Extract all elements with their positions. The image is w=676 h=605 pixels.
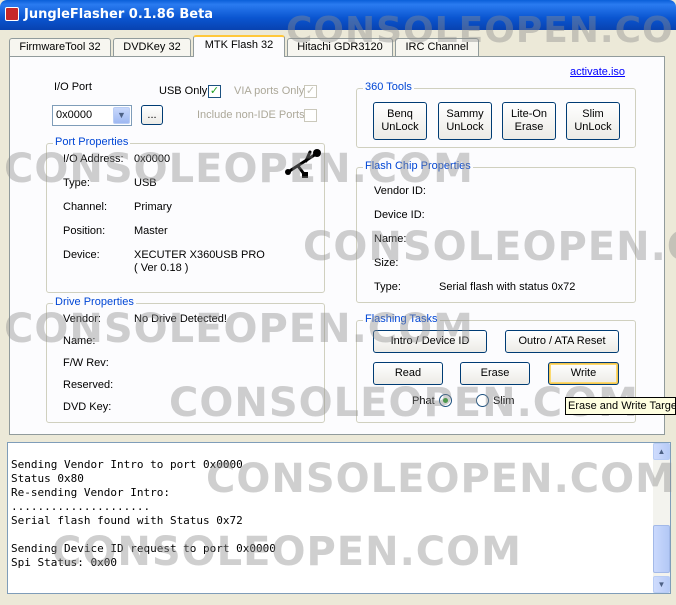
sammy-unlock-line1: Sammy: [446, 108, 484, 120]
benq-unlock-button[interactable]: Benq UnLock: [373, 102, 427, 140]
channel-label: Channel:: [63, 201, 108, 213]
benq-unlock-line2: UnLock: [381, 121, 419, 133]
activate-iso-link[interactable]: activate.iso: [570, 66, 625, 78]
io-address-label: I/O Address:: [63, 153, 124, 165]
outro-ata-reset-button[interactable]: Outro / ATA Reset: [505, 330, 619, 353]
intro-device-id-button[interactable]: Intro / Device ID: [373, 330, 487, 353]
tab-firmwaretool[interactable]: FirmwareTool 32: [9, 38, 111, 57]
port-type-value: USB: [134, 177, 157, 189]
via-ports-checkbox[interactable]: ✓: [304, 85, 317, 98]
phat-radio[interactable]: [439, 394, 452, 407]
drive-properties-group: Drive Properties Vendor: No Drive Detect…: [46, 296, 325, 423]
flash-chip-group: Flash Chip Properties Vendor ID: Device …: [356, 160, 636, 303]
tools-360-group: 360 Tools Benq UnLock Sammy UnLock Lite-…: [356, 81, 636, 148]
usb-only-label: USB Only: [159, 85, 208, 97]
slim-radio[interactable]: [476, 394, 489, 407]
scroll-thumb[interactable]: [653, 525, 670, 573]
title-bar: JungleFlasher 0.1.86 Beta: [0, 0, 676, 30]
port-properties-title: Port Properties: [53, 136, 131, 148]
tab-mtk-flash[interactable]: MTK Flash 32: [193, 35, 285, 57]
io-port-label: I/O Port: [54, 81, 92, 93]
device-version: ( Ver 0.18 ): [134, 262, 189, 274]
device-label: Device:: [63, 249, 100, 261]
drive-properties-title: Drive Properties: [53, 296, 136, 308]
flashing-tasks-title: Flashing Tasks: [363, 313, 440, 325]
drive-vendor-value: No Drive Detected!: [134, 313, 227, 325]
fw-rev-label: F/W Rev:: [63, 357, 109, 369]
io-address-value: 0x0000: [134, 153, 171, 165]
non-ide-checkbox[interactable]: [304, 109, 317, 122]
drive-vendor-label: Vendor:: [63, 313, 101, 325]
slim-label: Slim: [493, 395, 515, 407]
dvd-key-label: DVD Key:: [63, 401, 112, 413]
chip-type-value: Serial flash with status 0x72: [439, 281, 576, 293]
device-id-label: Device ID:: [374, 209, 425, 221]
tab-irc-channel[interactable]: IRC Channel: [395, 38, 479, 57]
write-tooltip: Erase and Write Target: [565, 397, 676, 415]
benq-unlock-line1: Benq: [387, 108, 413, 120]
flash-chip-title: Flash Chip Properties: [363, 160, 473, 172]
channel-value: Primary: [134, 201, 172, 213]
device-value: XECUTER X360USB PRO: [134, 249, 265, 261]
tab-dvdkey[interactable]: DVDKey 32: [113, 38, 191, 57]
chip-name-label: Name:: [374, 233, 407, 245]
liteon-erase-line2: Erase: [514, 121, 544, 133]
position-label: Position:: [63, 225, 106, 237]
usb-only-checkbox[interactable]: ✓: [208, 85, 221, 98]
reserved-label: Reserved:: [63, 379, 114, 391]
slim-unlock-line1: Slim: [582, 108, 604, 120]
arrow-down-icon[interactable]: ▼: [653, 576, 670, 593]
usb-icon: [285, 149, 321, 178]
io-port-value: 0x0000: [56, 109, 93, 121]
sammy-unlock-button[interactable]: Sammy UnLock: [438, 102, 492, 140]
chip-type-label: Type:: [374, 281, 401, 293]
chip-size-label: Size:: [374, 257, 399, 269]
phat-label: Phat: [412, 395, 435, 407]
write-button[interactable]: Write: [548, 362, 619, 385]
log-output[interactable]: Sending Vendor Intro to port 0x0000 Stat…: [7, 442, 671, 594]
arrow-up-icon[interactable]: ▲: [653, 443, 670, 460]
slim-unlock-button[interactable]: Slim UnLock: [566, 102, 620, 140]
io-port-select[interactable]: 0x0000 ▼: [52, 105, 132, 126]
non-ide-label: Include non-IDE Ports: [197, 109, 305, 121]
window-title: JungleFlasher 0.1.86 Beta: [24, 7, 214, 22]
read-button[interactable]: Read: [373, 362, 443, 385]
mtk-flash-panel: I/O Port 0x0000 ▼ ... USB Only ✓ VIA por…: [9, 56, 665, 435]
chevron-down-icon[interactable]: ▼: [113, 107, 130, 124]
tools-360-title: 360 Tools: [363, 81, 414, 93]
log-text: Sending Vendor Intro to port 0x0000 Stat…: [11, 458, 276, 569]
port-type-label: Type:: [63, 177, 90, 189]
via-ports-label: VIA ports Only: [234, 85, 305, 97]
app-icon: [5, 7, 19, 21]
position-value: Master: [134, 225, 168, 237]
sammy-unlock-line2: UnLock: [446, 121, 484, 133]
browse-port-button[interactable]: ...: [141, 105, 163, 125]
vendor-id-label: Vendor ID:: [374, 185, 426, 197]
liteon-erase-button[interactable]: Lite-On Erase: [502, 102, 556, 140]
log-scrollbar[interactable]: ▲ ▼: [653, 443, 670, 593]
tab-hitachi[interactable]: Hitachi GDR3120: [287, 38, 393, 57]
erase-button[interactable]: Erase: [460, 362, 530, 385]
liteon-erase-line1: Lite-On: [510, 108, 548, 120]
slim-unlock-line2: UnLock: [574, 121, 612, 133]
port-properties-group: Port Properties I/O Address: 0x0000 Type…: [46, 136, 325, 293]
drive-name-label: Name:: [63, 335, 96, 347]
